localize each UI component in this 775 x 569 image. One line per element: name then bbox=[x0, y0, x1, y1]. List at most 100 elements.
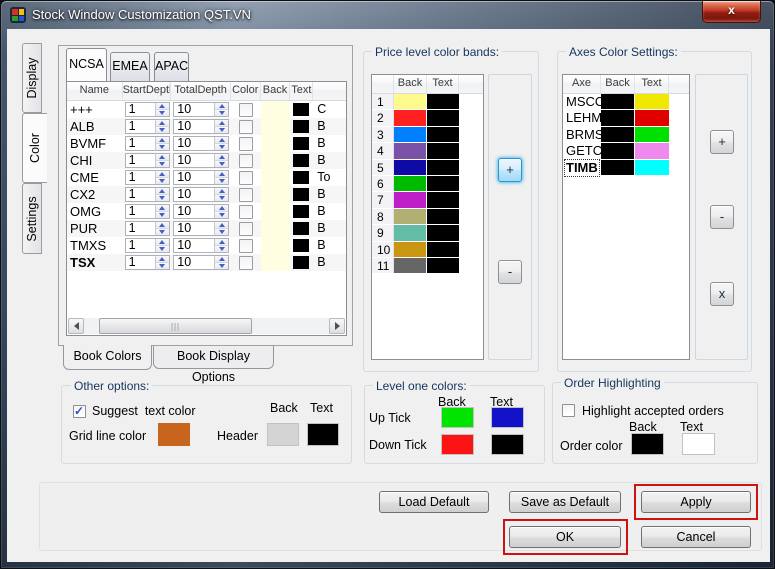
spinner-up-button[interactable] bbox=[215, 205, 228, 212]
color-checkbox[interactable] bbox=[239, 205, 253, 219]
totaldepth-spinner[interactable]: 10 bbox=[173, 153, 229, 168]
spinner-down-button[interactable] bbox=[215, 195, 228, 201]
startdepth-spinner[interactable]: 1 bbox=[125, 221, 170, 236]
title-bar[interactable]: Stock Window Customization QST.VN x bbox=[1, 1, 774, 29]
tab-settings[interactable]: Settings bbox=[22, 183, 42, 254]
back-color-cell[interactable] bbox=[261, 101, 291, 118]
band-text-swatch[interactable] bbox=[427, 110, 459, 126]
price-band-remove-button[interactable]: - bbox=[498, 260, 522, 284]
scrollbar-track[interactable] bbox=[84, 318, 329, 334]
tab-ncsa[interactable]: NCSA bbox=[66, 48, 107, 81]
tab-color[interactable]: Color bbox=[22, 113, 47, 183]
band-back-swatch[interactable] bbox=[394, 127, 427, 143]
spinner-up-button[interactable] bbox=[215, 171, 228, 178]
up-tick-back-swatch[interactable] bbox=[441, 407, 474, 428]
spinner-up-button[interactable] bbox=[156, 137, 169, 144]
color-checkbox[interactable] bbox=[239, 171, 253, 185]
spinner-up-button[interactable] bbox=[215, 239, 228, 246]
spinner-down-button[interactable] bbox=[215, 161, 228, 167]
spinner-up-button[interactable] bbox=[156, 188, 169, 195]
spinner-down-button[interactable] bbox=[156, 212, 169, 218]
spinner-up-button[interactable] bbox=[215, 154, 228, 161]
band-text-swatch[interactable] bbox=[427, 242, 459, 258]
spinner-up-button[interactable] bbox=[215, 120, 228, 127]
order-back-swatch[interactable] bbox=[631, 433, 664, 455]
back-color-cell[interactable] bbox=[261, 254, 291, 271]
color-checkbox[interactable] bbox=[239, 222, 253, 236]
scroll-right-button[interactable] bbox=[329, 318, 345, 334]
spinner-up-button[interactable] bbox=[215, 103, 228, 110]
spinner-down-button[interactable] bbox=[215, 263, 228, 269]
back-color-cell[interactable] bbox=[261, 152, 291, 169]
spinner-down-button[interactable] bbox=[215, 127, 228, 133]
totaldepth-spinner[interactable]: 10 bbox=[173, 102, 229, 117]
spinner-up-button[interactable] bbox=[156, 205, 169, 212]
axis-name[interactable]: LEHM bbox=[563, 110, 601, 126]
spinner-down-button[interactable] bbox=[156, 110, 169, 116]
axes-header-back[interactable]: Back bbox=[601, 75, 635, 93]
text-color-cell[interactable] bbox=[290, 186, 313, 203]
text-color-cell[interactable] bbox=[290, 118, 313, 135]
startdepth-spinner[interactable]: 1 bbox=[125, 170, 170, 185]
spinner-down-button[interactable] bbox=[156, 144, 169, 150]
startdepth-spinner[interactable]: 1 bbox=[125, 255, 170, 270]
startdepth-spinner[interactable]: 1 bbox=[125, 204, 170, 219]
spinner-up-button[interactable] bbox=[156, 256, 169, 263]
close-button[interactable]: x bbox=[702, 1, 761, 23]
axis-back-swatch[interactable] bbox=[601, 143, 635, 159]
spinner-down-button[interactable] bbox=[215, 229, 228, 235]
color-checkbox[interactable] bbox=[239, 120, 253, 134]
spinner-up-button[interactable] bbox=[156, 222, 169, 229]
cancel-button[interactable]: Cancel bbox=[641, 526, 751, 548]
totaldepth-spinner[interactable]: 10 bbox=[173, 136, 229, 151]
back-color-cell[interactable] bbox=[261, 186, 291, 203]
spinner-down-button[interactable] bbox=[156, 246, 169, 252]
startdepth-spinner[interactable]: 1 bbox=[125, 153, 170, 168]
spinner-up-button[interactable] bbox=[156, 103, 169, 110]
text-color-cell[interactable] bbox=[290, 220, 313, 237]
axis-name[interactable]: MSCO bbox=[563, 94, 601, 110]
startdepth-spinner[interactable]: 1 bbox=[125, 187, 170, 202]
price-band-add-button[interactable]: + bbox=[498, 158, 522, 182]
column-header-name[interactable]: Name bbox=[67, 82, 123, 100]
column-header-color[interactable]: Color bbox=[231, 82, 261, 100]
color-checkbox[interactable] bbox=[239, 103, 253, 117]
axes-remove-button[interactable]: - bbox=[710, 205, 734, 229]
axis-text-swatch[interactable] bbox=[635, 127, 669, 143]
price-header-back[interactable]: Back bbox=[394, 75, 427, 93]
text-color-cell[interactable] bbox=[290, 169, 313, 186]
totaldepth-spinner[interactable]: 10 bbox=[173, 204, 229, 219]
scroll-left-button[interactable] bbox=[68, 318, 84, 334]
spinner-up-button[interactable] bbox=[156, 120, 169, 127]
spinner-down-button[interactable] bbox=[215, 212, 228, 218]
price-header-text[interactable]: Text bbox=[427, 75, 459, 93]
spinner-down-button[interactable] bbox=[215, 178, 228, 184]
save-as-default-button[interactable]: Save as Default bbox=[509, 491, 621, 513]
header-back-swatch[interactable] bbox=[267, 423, 299, 446]
axis-back-swatch[interactable] bbox=[601, 127, 635, 143]
spinner-down-button[interactable] bbox=[215, 110, 228, 116]
color-checkbox[interactable] bbox=[239, 137, 253, 151]
tab-display[interactable]: Display bbox=[22, 43, 42, 113]
back-color-cell[interactable] bbox=[261, 118, 291, 135]
spinner-down-button[interactable] bbox=[156, 195, 169, 201]
totaldepth-spinner[interactable]: 10 bbox=[173, 119, 229, 134]
text-color-cell[interactable] bbox=[290, 254, 313, 271]
axis-text-swatch[interactable] bbox=[635, 94, 669, 110]
color-checkbox[interactable] bbox=[239, 256, 253, 270]
band-text-swatch[interactable] bbox=[427, 192, 459, 208]
scrollbar-thumb[interactable] bbox=[99, 318, 252, 334]
band-back-swatch[interactable] bbox=[394, 160, 427, 176]
column-header-back[interactable]: Back bbox=[261, 82, 291, 100]
band-back-swatch[interactable] bbox=[394, 209, 427, 225]
band-back-swatch[interactable] bbox=[394, 94, 427, 110]
spinner-up-button[interactable] bbox=[156, 154, 169, 161]
startdepth-spinner[interactable]: 1 bbox=[125, 238, 170, 253]
band-back-swatch[interactable] bbox=[394, 258, 427, 274]
band-back-swatch[interactable] bbox=[394, 110, 427, 126]
color-checkbox[interactable] bbox=[239, 239, 253, 253]
tab-book-display-options[interactable]: Book Display Options bbox=[153, 346, 274, 369]
tab-book-colors[interactable]: Book Colors bbox=[63, 345, 152, 370]
axes-header-text[interactable]: Text bbox=[635, 75, 669, 93]
axis-text-swatch[interactable] bbox=[635, 110, 669, 126]
